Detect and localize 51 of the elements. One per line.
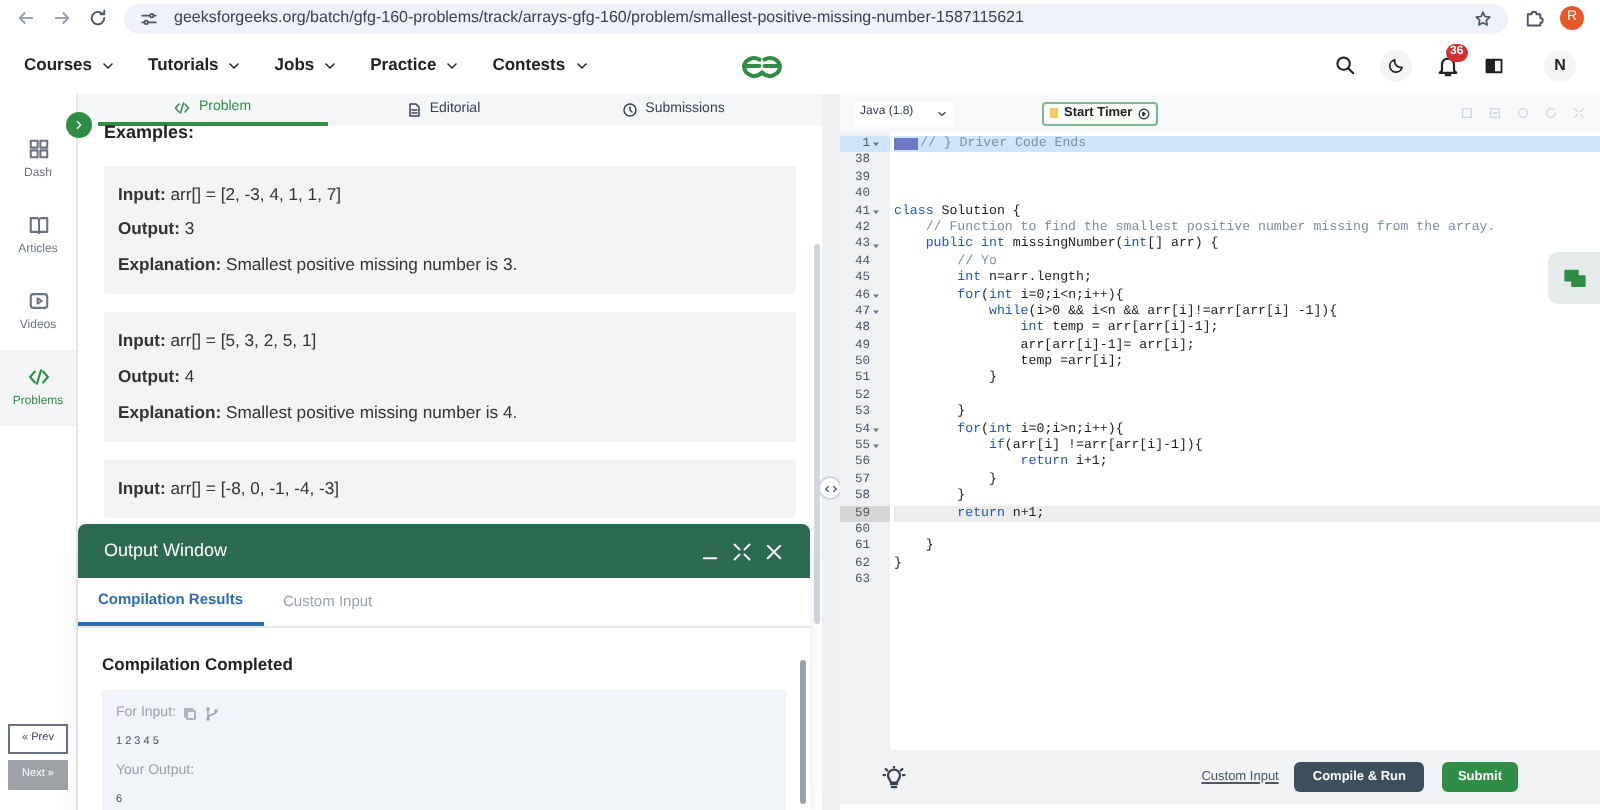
play-icon	[27, 289, 49, 311]
code-icon	[174, 100, 191, 116]
bookmark-star-icon[interactable]	[1474, 9, 1492, 27]
user-avatar[interactable]: N	[1544, 49, 1576, 81]
section-heading: Examples:	[104, 120, 197, 146]
explanation-text: Explanation: Smallest positive missing number is 4.	[118, 399, 520, 426]
nav-menu[interactable]: Courses	[24, 52, 117, 78]
caret-icon	[322, 57, 339, 73]
caret-icon	[444, 57, 461, 73]
input-text: Input: arr[] = [5, 3, 2, 5, 1]	[118, 328, 319, 355]
bell-icon[interactable]	[1436, 53, 1460, 77]
chat-button[interactable]	[1548, 252, 1600, 304]
moon-icon	[1387, 56, 1405, 74]
back-icon[interactable]	[16, 8, 36, 28]
url-text: geeksforgeeks.org/batch/gfg-160-problems/track/arrays-gfg-160/problem/smallest-positive-missing-number-1587115621	[174, 6, 1024, 30]
nav-menu[interactable]: Contests	[492, 52, 590, 78]
caret-icon	[573, 57, 590, 73]
expand-icon[interactable]	[732, 541, 752, 561]
chevron-icon	[72, 118, 86, 132]
site-settings-icon[interactable]	[140, 9, 158, 27]
caret-icon	[100, 57, 117, 73]
input-text: Input: arr[] = [-8, 0, -1, -4, -3]	[118, 475, 342, 502]
extensions-icon[interactable]	[1524, 8, 1544, 28]
status-heading: Compilation Completed	[102, 652, 295, 678]
document-icon	[405, 102, 422, 118]
bulb-icon[interactable]	[882, 765, 906, 789]
play-icon	[1138, 107, 1151, 119]
book-icon	[27, 213, 49, 235]
caret-icon	[936, 107, 948, 119]
reload-icon[interactable]	[88, 8, 108, 28]
forward-icon[interactable]	[52, 8, 72, 28]
grid-icon	[27, 137, 49, 159]
input-text: Input: arr[] = [2, -3, 4, 1, 1, 7]	[118, 181, 344, 207]
code-icon	[27, 365, 49, 387]
theme-toggle[interactable]	[1380, 49, 1412, 81]
search-icon[interactable]	[1334, 54, 1356, 76]
explanation-text: Explanation: Smallest positive missing number is 3.	[118, 252, 520, 279]
close-icon[interactable]	[764, 541, 784, 561]
clock-icon	[621, 102, 638, 118]
output-text: Output: 3	[118, 216, 197, 243]
arrows-icon	[823, 481, 837, 495]
nav-menu[interactable]: Tutorials	[148, 52, 243, 78]
caret-icon	[226, 57, 243, 73]
window-title: Output Window	[104, 537, 230, 564]
nav-menu[interactable]: Jobs	[274, 52, 339, 78]
output-text: Output: 4	[118, 364, 197, 390]
scrollbar	[800, 660, 806, 804]
nav-menu[interactable]: Practice	[370, 52, 461, 78]
branch-icon[interactable]	[203, 706, 220, 722]
chat-icon	[1563, 267, 1585, 289]
address-bar[interactable]: geeksforgeeks.org/batch/gfg-160-problems/track/arrays-gfg-160/problem/smallest-positive-missing-number-1587115621	[124, 3, 1508, 33]
